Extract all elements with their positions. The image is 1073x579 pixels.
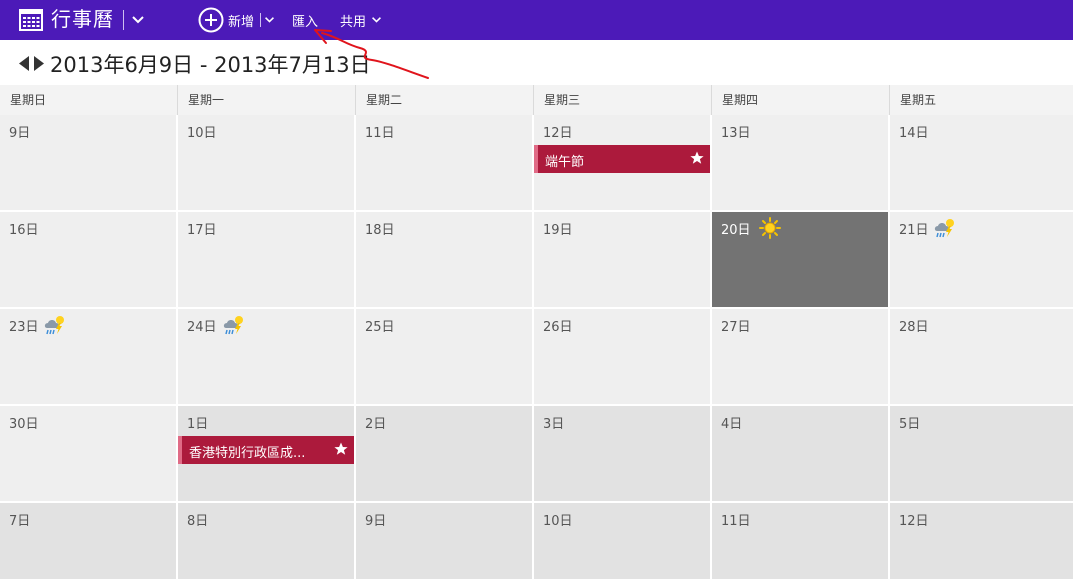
day-number: 16日 [9, 223, 39, 238]
day-cell[interactable]: 10日 [534, 503, 712, 579]
day-cell[interactable]: 24日 [178, 309, 356, 406]
day-cell[interactable]: 18日 [356, 212, 534, 309]
new-label: 新增 [228, 15, 255, 30]
day-number: 5日 [899, 417, 921, 432]
weekday-header: 星期日 星期一 星期二 星期三 星期四 星期五 [0, 85, 1073, 115]
day-cell[interactable]: 28日 [890, 309, 1073, 406]
day-number: 24日 [187, 320, 217, 335]
day-cell[interactable]: 11日 [712, 503, 890, 579]
event-hksar-day[interactable]: 香港特別行政區成... [178, 436, 354, 464]
day-cell[interactable]: 4日 [712, 406, 890, 503]
day-number: 28日 [899, 320, 929, 335]
day-number: 12日 [543, 126, 573, 141]
thunder-rain-icon [44, 316, 64, 335]
day-number: 7日 [9, 514, 31, 529]
share-chevron-icon[interactable] [371, 16, 382, 24]
day-number: 14日 [899, 126, 929, 141]
thunder-rain-icon [934, 219, 954, 238]
calendar-grid: 9日 10日 11日 12日 端午節 13日 14日 16日 17日 18日 1… [0, 115, 1073, 579]
day-number: 30日 [9, 417, 39, 432]
day-number: 9日 [365, 514, 387, 529]
day-number: 11日 [721, 514, 751, 529]
day-number: 17日 [187, 223, 217, 238]
weekday-wed: 星期三 [534, 85, 712, 115]
day-number: 11日 [365, 126, 395, 141]
day-cell[interactable]: 3日 [534, 406, 712, 503]
day-cell[interactable]: 23日 [0, 309, 178, 406]
day-cell[interactable]: 10日 [178, 115, 356, 212]
day-cell-today[interactable]: 20日 [712, 212, 890, 309]
day-number: 18日 [365, 223, 395, 238]
day-cell[interactable]: 2日 [356, 406, 534, 503]
day-cell[interactable]: 9日 [356, 503, 534, 579]
new-dropdown-chevron-icon[interactable] [264, 16, 275, 24]
top-bar: 行事曆 新增 匯入 共用 [0, 0, 1073, 40]
day-cell[interactable]: 14日 [890, 115, 1073, 212]
plus-circle-icon [198, 7, 224, 33]
day-cell[interactable]: 7日 [0, 503, 178, 579]
day-cell[interactable]: 17日 [178, 212, 356, 309]
day-number: 10日 [187, 126, 217, 141]
day-number: 13日 [721, 126, 751, 141]
day-cell[interactable]: 30日 [0, 406, 178, 503]
next-arrow-icon[interactable] [33, 55, 45, 72]
day-number: 1日 [187, 417, 209, 432]
previous-arrow-icon[interactable] [18, 55, 30, 72]
day-cell[interactable]: 27日 [712, 309, 890, 406]
day-cell[interactable]: 19日 [534, 212, 712, 309]
day-cell[interactable]: 16日 [0, 212, 178, 309]
day-number: 20日 [721, 223, 751, 238]
weekday-fri: 星期五 [900, 93, 937, 107]
day-number: 3日 [543, 417, 565, 432]
day-cell[interactable]: 21日 [890, 212, 1073, 309]
day-number: 26日 [543, 320, 573, 335]
day-number: 12日 [899, 514, 929, 529]
weekday-sun: 星期日 [0, 85, 178, 115]
day-cell[interactable]: 1日 香港特別行政區成... [178, 406, 356, 503]
chevron-down-icon[interactable] [131, 15, 145, 25]
day-cell[interactable]: 12日 [890, 503, 1073, 579]
title-divider [123, 10, 124, 30]
event-title: 香港特別行政區成... [189, 446, 306, 461]
weekday-thu: 星期四 [712, 85, 890, 115]
day-cell[interactable]: 26日 [534, 309, 712, 406]
thunder-rain-icon [223, 316, 243, 335]
day-number: 9日 [9, 126, 31, 141]
day-number: 4日 [721, 417, 743, 432]
star-icon [334, 442, 348, 455]
day-cell[interactable]: 25日 [356, 309, 534, 406]
day-cell[interactable]: 13日 [712, 115, 890, 212]
day-cell[interactable]: 11日 [356, 115, 534, 212]
day-number: 25日 [365, 320, 395, 335]
day-cell[interactable]: 12日 端午節 [534, 115, 712, 212]
day-number: 19日 [543, 223, 573, 238]
day-number: 21日 [899, 223, 929, 238]
new-divider [260, 13, 261, 27]
date-range-bar: 2013年6月9日 - 2013年7月13日 [0, 40, 1073, 85]
weekday-tue: 星期二 [356, 85, 534, 115]
weekday-mon: 星期一 [178, 85, 356, 115]
day-cell[interactable]: 5日 [890, 406, 1073, 503]
day-number: 10日 [543, 514, 573, 529]
calendar-grid-icon[interactable] [19, 9, 43, 31]
share-menu[interactable]: 共用 [340, 11, 366, 30]
day-cell[interactable]: 9日 [0, 115, 178, 212]
day-number: 2日 [365, 417, 387, 432]
sun-icon [759, 217, 781, 239]
day-number: 8日 [187, 514, 209, 529]
import-menu[interactable]: 匯入 [292, 11, 318, 30]
event-title: 端午節 [545, 155, 585, 170]
date-range-title: 2013年6月9日 - 2013年7月13日 [50, 53, 371, 77]
app-title: 行事曆 [51, 7, 114, 31]
star-icon [690, 151, 704, 164]
day-number: 23日 [9, 320, 39, 335]
event-dragon-boat[interactable]: 端午節 [534, 145, 710, 173]
day-number: 27日 [721, 320, 751, 335]
day-cell[interactable]: 8日 [178, 503, 356, 579]
